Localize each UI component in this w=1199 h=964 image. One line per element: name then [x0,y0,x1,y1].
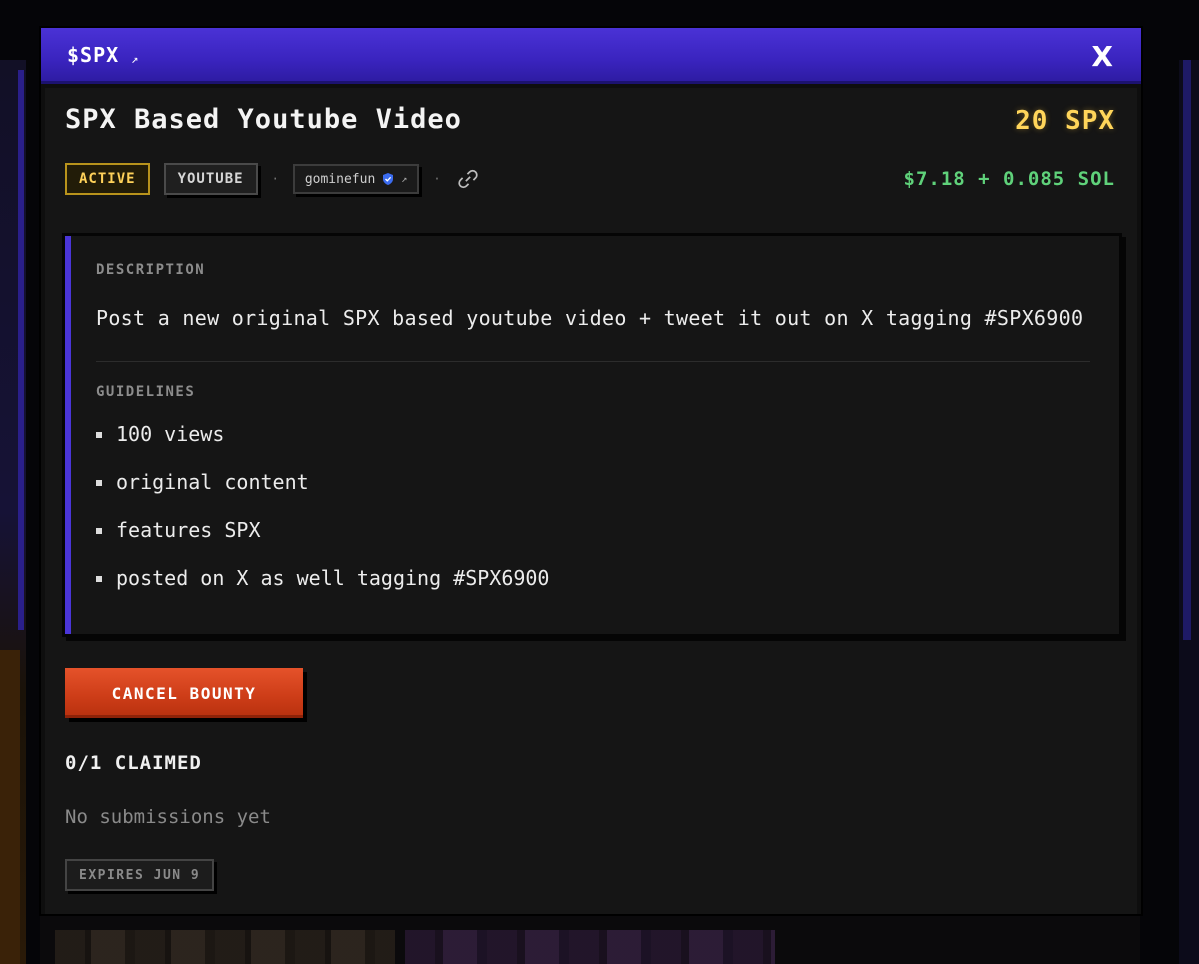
background-tile-left [55,930,395,964]
modal-titlebar: $SPX ↗ X [41,28,1141,84]
list-item: posted on X as well tagging #SPX6900 [96,566,549,614]
bullet-icon [96,576,102,582]
separator-dot: · [433,172,441,186]
separator-dot: · [271,172,279,186]
guideline-text: original content [116,470,309,494]
empty-submissions-text: No submissions yet [65,806,271,828]
bounty-tags: ACTIVE YOUTUBE · gominefun ↗ · [65,163,481,195]
guideline-text: 100 views [116,422,225,446]
background-left-border [18,70,24,630]
cancel-bounty-button[interactable]: CANCEL BOUNTY [65,668,303,718]
creator-name: gominefun [304,171,376,187]
guidelines-label: GUIDELINES [96,384,196,400]
claimed-count: 0/1 CLAIMED [65,752,202,774]
platform-badge: YOUTUBE [163,163,258,195]
description-box: DESCRIPTION Post a new original SPX base… [65,236,1119,634]
bullet-icon [96,528,102,534]
reward-usd-value: $7.18 + 0.085 SOL [903,168,1115,190]
bullet-icon [96,480,102,486]
creator-link[interactable]: gominefun ↗ [292,164,420,194]
expiry-badge: EXPIRES JUN 9 [65,859,215,891]
link-icon[interactable] [455,166,481,192]
description-label: DESCRIPTION [96,262,206,278]
creator-external-arrow-icon: ↗ [401,173,408,185]
list-item: features SPX [96,518,549,566]
close-icon[interactable]: X [1091,40,1113,73]
list-item: 100 views [96,422,549,470]
background-tile-right [405,930,775,964]
bullet-icon [96,432,102,438]
guideline-text: posted on X as well tagging #SPX6900 [116,566,550,590]
guidelines-list: 100 views original content features SPX … [96,422,549,614]
description-text: Post a new original SPX based youtube vi… [96,306,1084,330]
bounty-title: SPX Based Youtube Video [65,104,462,135]
external-arrow-icon[interactable]: ↗ [131,52,138,66]
token-ticker-link[interactable]: $SPX [67,43,119,67]
verified-badge-icon [383,173,394,185]
guideline-text: features SPX [116,518,261,542]
status-badge: ACTIVE [65,163,150,195]
bounty-panel: SPX Based Youtube Video 20 SPX ACTIVE YO… [45,88,1137,914]
background-right-border [1183,60,1191,640]
bounty-reward: 20 SPX [1015,106,1115,136]
section-divider [96,361,1090,362]
bounty-modal: $SPX ↗ X SPX Based Youtube Video 20 SPX … [41,28,1141,914]
list-item: original content [96,470,549,518]
background-left-lower [0,650,20,964]
